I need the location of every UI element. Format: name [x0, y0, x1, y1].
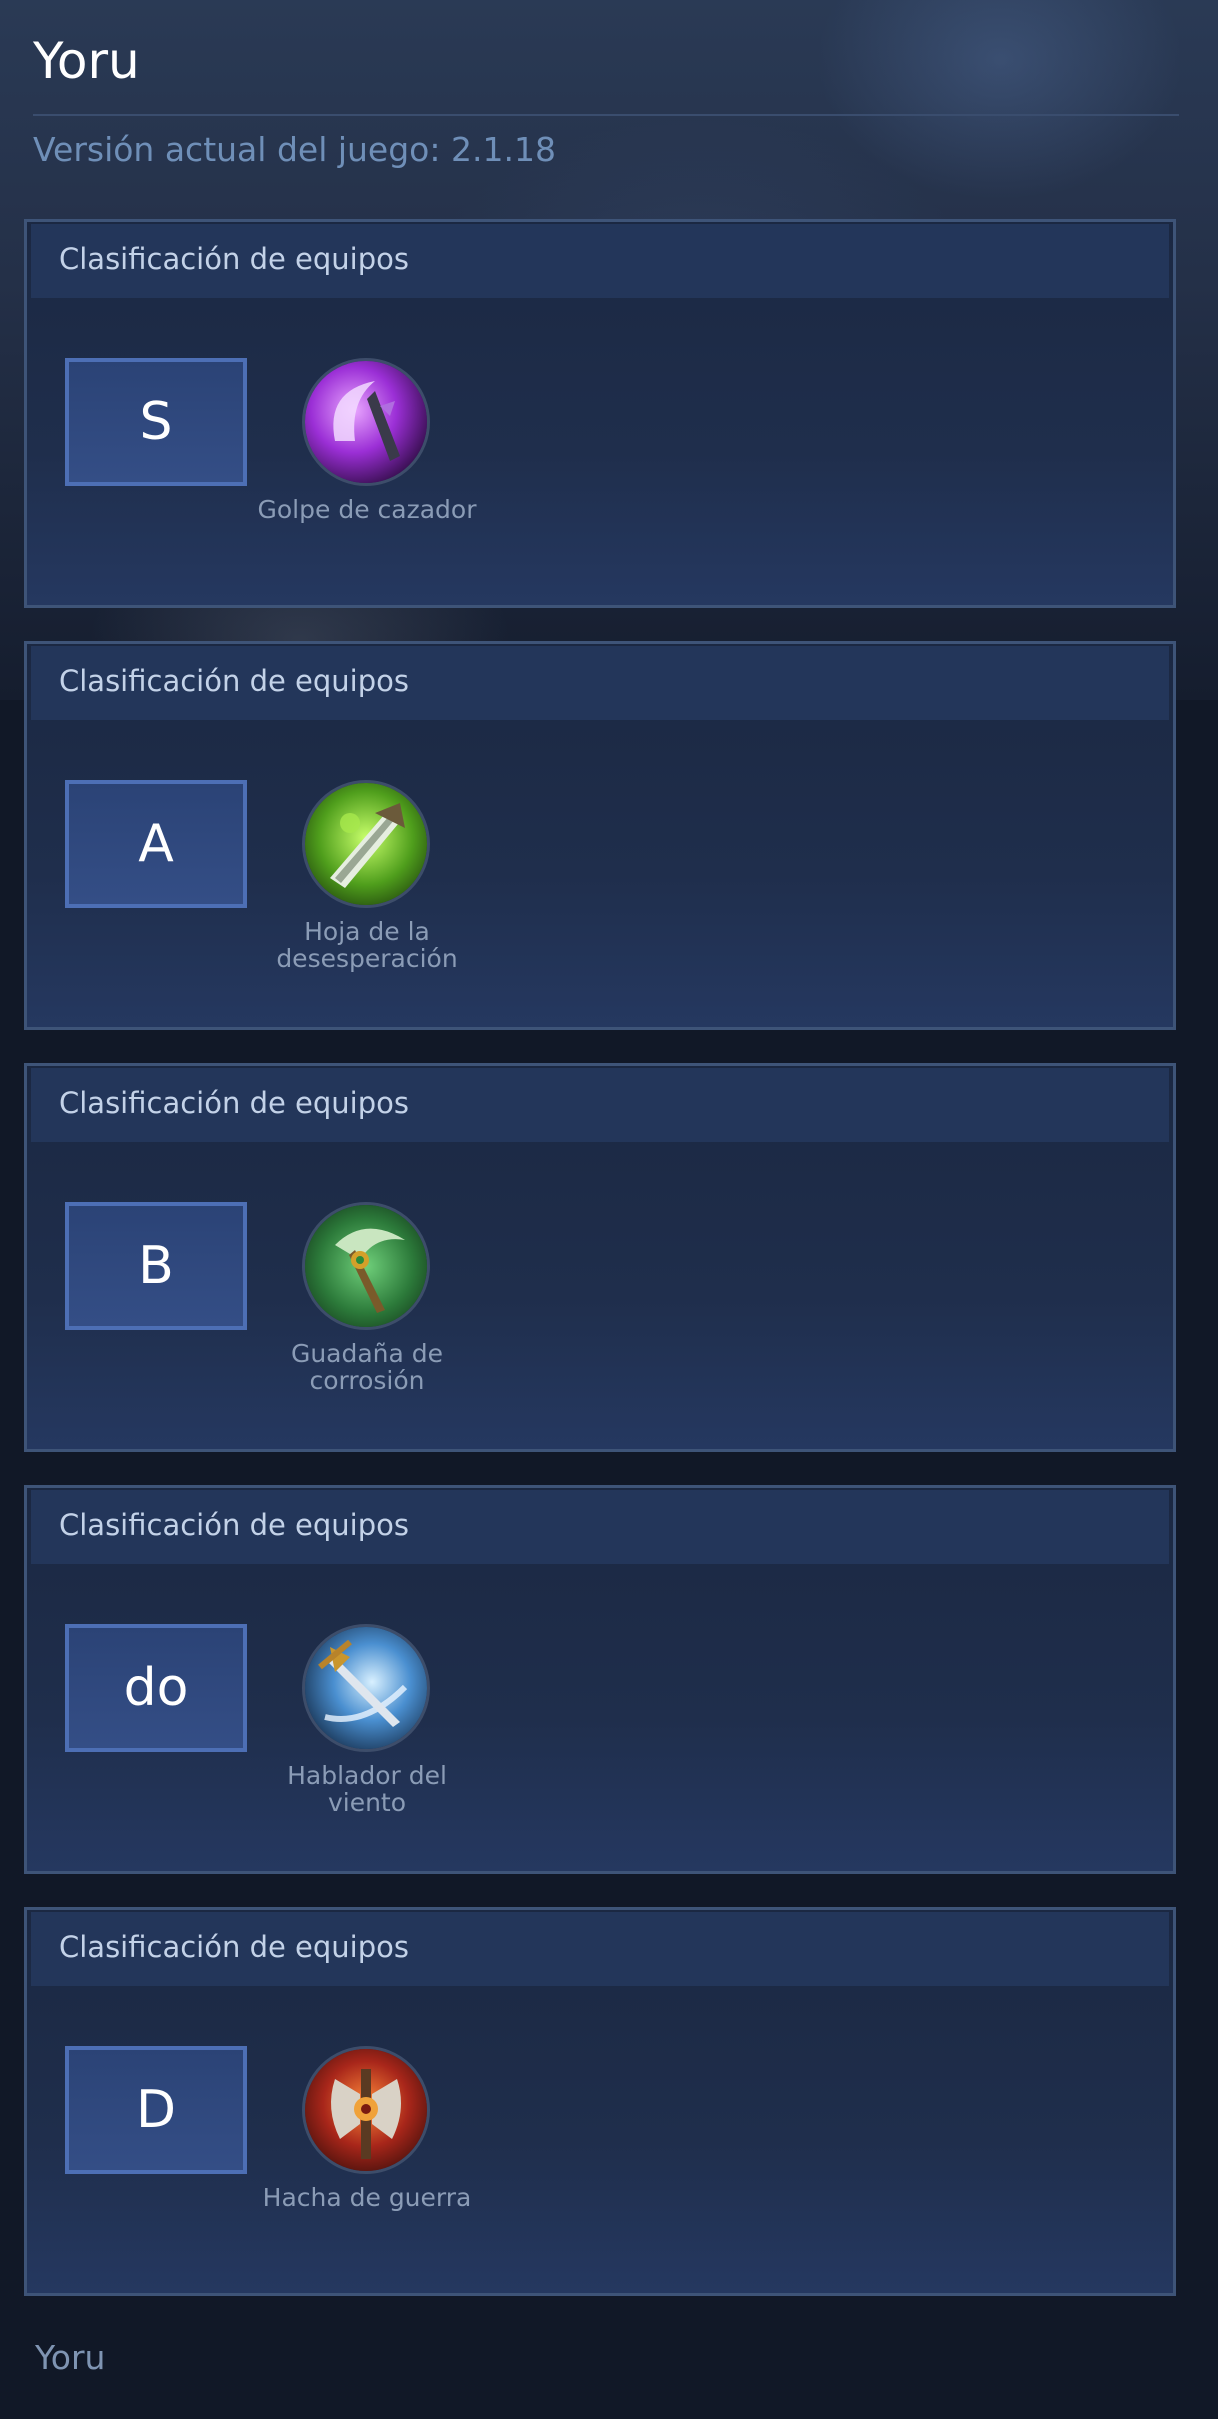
game-version: Versión actual del juego: 2.1.18	[33, 130, 556, 169]
card-title: Clasificación de equipos	[59, 1508, 409, 1542]
tier-card-d: Clasificación de equipos D Hacha de guer…	[24, 1907, 1176, 2296]
item-name: Hablador del viento	[287, 1761, 447, 1817]
purple-scythe-icon[interactable]	[302, 358, 430, 486]
item-name: Guadaña de corrosión	[290, 1339, 444, 1395]
item-name: Golpe de cazador	[257, 495, 477, 524]
war-axe-icon[interactable]	[302, 2046, 430, 2174]
footer-hero-name: Yoru	[35, 2338, 106, 2377]
item-name: Hoja de la desesperación	[276, 917, 458, 973]
card-title: Clasificación de equipos	[59, 242, 409, 276]
card-title: Clasificación de equipos	[59, 1930, 409, 1964]
tier-card-a: Clasificación de equipos A Hoja de la de	[24, 641, 1176, 1030]
card-header: Clasificación de equipos	[31, 1490, 1169, 1564]
card-title: Clasificación de equipos	[59, 1086, 409, 1120]
green-blade-icon[interactable]	[302, 780, 430, 908]
card-header: Clasificación de equipos	[31, 1912, 1169, 1986]
tier-label: B	[65, 1202, 247, 1330]
page-title: Yoru	[33, 32, 140, 90]
card-header: Clasificación de equipos	[31, 1068, 1169, 1142]
tier-label: D	[65, 2046, 247, 2174]
tier-label: A	[65, 780, 247, 908]
corrosion-scythe-icon[interactable]	[302, 1202, 430, 1330]
page-header: Yoru Versión actual del juego: 2.1.18	[33, 26, 1179, 169]
tier-card-do: Clasificación de equipos do Hablador del	[24, 1485, 1176, 1874]
card-header: Clasificación de equipos	[31, 224, 1169, 298]
card-title: Clasificación de equipos	[59, 664, 409, 698]
tier-label: S	[65, 358, 247, 486]
tier-label: do	[65, 1624, 247, 1752]
header-divider	[33, 114, 1179, 116]
wind-sword-icon[interactable]	[302, 1624, 430, 1752]
card-header: Clasificación de equipos	[31, 646, 1169, 720]
tier-card-s: Clasificación de equipos S Golpe de caza…	[24, 219, 1176, 608]
item-name: Hacha de guerra	[262, 2183, 472, 2212]
tier-card-b: Clasificación de equipos B Guadaña de co	[24, 1063, 1176, 1452]
